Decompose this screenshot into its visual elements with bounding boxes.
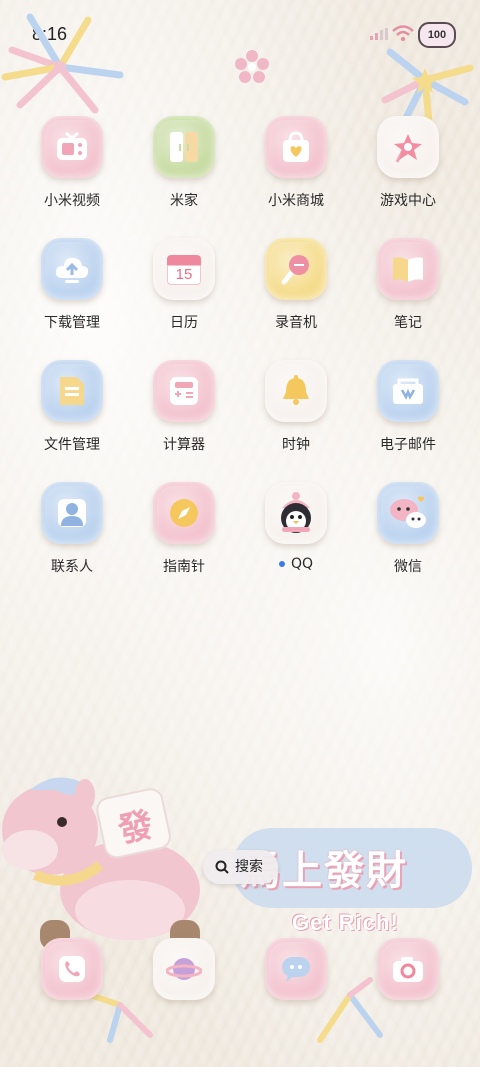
- tile: [41, 360, 103, 422]
- app-label: 游戏中心: [380, 193, 436, 209]
- tile: [377, 116, 439, 178]
- app-label: 日历: [170, 315, 198, 331]
- signal-icon: [370, 28, 388, 40]
- app-label: 指南针: [163, 559, 205, 575]
- app-file-manager[interactable]: 文件管理: [16, 360, 128, 454]
- app-wechat[interactable]: 微信: [352, 482, 464, 576]
- app-compass[interactable]: 指南针: [128, 482, 240, 576]
- app-game-center[interactable]: 游戏中心: [352, 116, 464, 210]
- door-panel-icon: [170, 132, 198, 162]
- contact-person-icon: [58, 499, 86, 527]
- penguin-icon: [281, 492, 311, 533]
- search-button[interactable]: 搜索: [203, 850, 278, 884]
- camera-icon: [393, 957, 423, 982]
- cloud-download-icon: [55, 257, 89, 283]
- app-xiaomi-video[interactable]: 小米视频: [16, 116, 128, 210]
- tile: [377, 238, 439, 300]
- app-label: 下载管理: [44, 315, 100, 331]
- tile: [265, 116, 327, 178]
- app-contacts[interactable]: 联系人: [16, 482, 128, 576]
- tile: [153, 938, 215, 1000]
- app-email[interactable]: 电子邮件: [352, 360, 464, 454]
- shopping-bag-icon: [283, 131, 309, 162]
- app-calculator[interactable]: 计算器: [128, 360, 240, 454]
- search-icon: [215, 860, 229, 874]
- calendar-icon: 15: [167, 253, 201, 285]
- search-label: 搜索: [235, 859, 263, 875]
- tile: [41, 238, 103, 300]
- tile: [265, 482, 327, 544]
- app-notes[interactable]: 笔记: [352, 238, 464, 332]
- tile: [41, 482, 103, 544]
- tile: [153, 116, 215, 178]
- app-label: 时钟: [282, 437, 310, 453]
- tile: [41, 116, 103, 178]
- app-download-manager[interactable]: 下载管理: [16, 238, 128, 332]
- app-recorder[interactable]: 录音机: [240, 238, 352, 332]
- calendar-day: 15: [175, 266, 193, 283]
- app-label: 小米商城: [268, 193, 324, 209]
- tile: [153, 482, 215, 544]
- tile: [265, 360, 327, 422]
- app-label: 笔记: [394, 315, 422, 331]
- folder-icon: [60, 377, 84, 405]
- mail-box-icon: [393, 378, 423, 404]
- tile: [377, 360, 439, 422]
- app-label: QQ: [240, 556, 352, 572]
- calculator-icon: [170, 377, 198, 405]
- bell-icon: [283, 375, 309, 405]
- app-xiaomi-mall[interactable]: 小米商城: [240, 116, 352, 210]
- app-label: 微信: [394, 559, 422, 575]
- dock-camera[interactable]: [352, 938, 464, 1000]
- phone-icon: [59, 956, 85, 982]
- app-label-text: QQ: [290, 556, 314, 572]
- app-label: 米家: [170, 193, 198, 209]
- app-qq[interactable]: QQ: [240, 482, 352, 572]
- dock-phone[interactable]: [16, 938, 128, 1000]
- tile: [153, 360, 215, 422]
- microphone-icon: [281, 255, 309, 285]
- tile: [377, 482, 439, 544]
- tile: [377, 938, 439, 1000]
- tile: 15: [153, 238, 215, 300]
- app-label: 小米视频: [44, 193, 100, 209]
- planet-browser-icon: [166, 958, 202, 980]
- app-calendar[interactable]: 15 日历: [128, 238, 240, 332]
- dock-browser[interactable]: [128, 938, 240, 1000]
- chat-bubbles-icon: [390, 496, 426, 528]
- app-clock[interactable]: 时钟: [240, 360, 352, 454]
- app-label: 计算器: [163, 437, 205, 453]
- app-label: 文件管理: [44, 437, 100, 453]
- tv-icon: [57, 132, 87, 160]
- banner-subtitle: Get Rich!: [292, 910, 399, 935]
- tile: [41, 938, 103, 1000]
- tile: [265, 238, 327, 300]
- app-label: 联系人: [51, 559, 93, 575]
- tile: [265, 938, 327, 1000]
- new-install-dot: [278, 561, 285, 567]
- flower-decoration: [235, 50, 269, 83]
- app-mijia[interactable]: 米家: [128, 116, 240, 210]
- app-label: 录音机: [275, 315, 317, 331]
- compass-icon: [170, 499, 198, 527]
- firework-decoration-left: [1, 13, 124, 114]
- pinwheel-icon: [394, 134, 422, 163]
- app-label: 电子邮件: [380, 437, 436, 453]
- message-bubble-icon: [282, 957, 310, 982]
- notebook-icon: [393, 257, 423, 282]
- dock-messages[interactable]: [240, 938, 352, 1000]
